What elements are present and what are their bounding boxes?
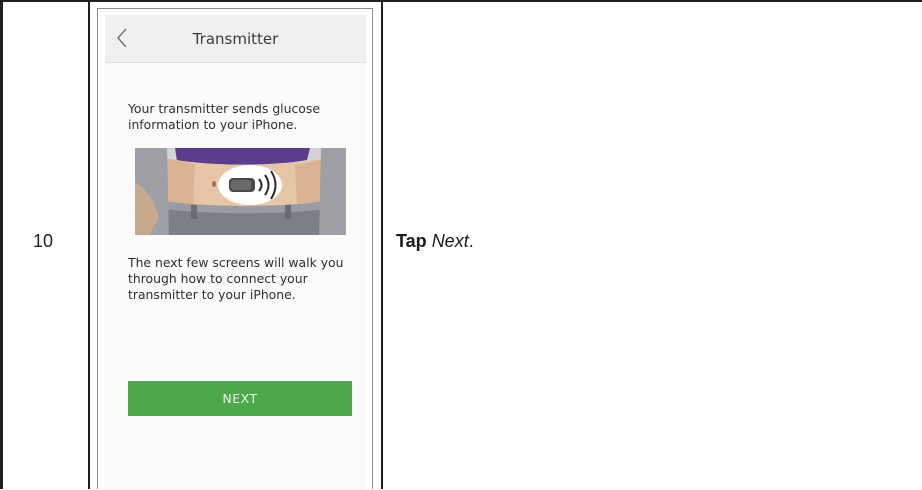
- phone-screenshot: Transmitter Your transmitter sends gluco…: [97, 8, 373, 490]
- body-with-transmitter-image: [135, 148, 346, 235]
- walkthrough-text: The next few screens will walk you throu…: [128, 255, 344, 302]
- page-title: Transmitter: [192, 30, 279, 48]
- step-number: 10: [32, 231, 54, 251]
- app-screen: Transmitter Your transmitter sends gluco…: [105, 15, 366, 490]
- table-column-divider-1: [88, 0, 90, 489]
- instruction-punctuation: .: [468, 231, 474, 251]
- table-left-border: [0, 0, 3, 489]
- instruction-verb: Tap: [396, 231, 427, 251]
- table-top-border: [0, 0, 922, 2]
- instruction-text: Tap Next.: [396, 231, 474, 252]
- instruction-target: Next: [431, 231, 469, 251]
- table-column-divider-2: [381, 0, 383, 489]
- transmitter-illustration: [135, 148, 346, 235]
- next-button[interactable]: NEXT: [128, 381, 352, 416]
- navigation-bar: Transmitter: [105, 15, 366, 63]
- intro-text: Your transmitter sends glucose informati…: [128, 101, 320, 132]
